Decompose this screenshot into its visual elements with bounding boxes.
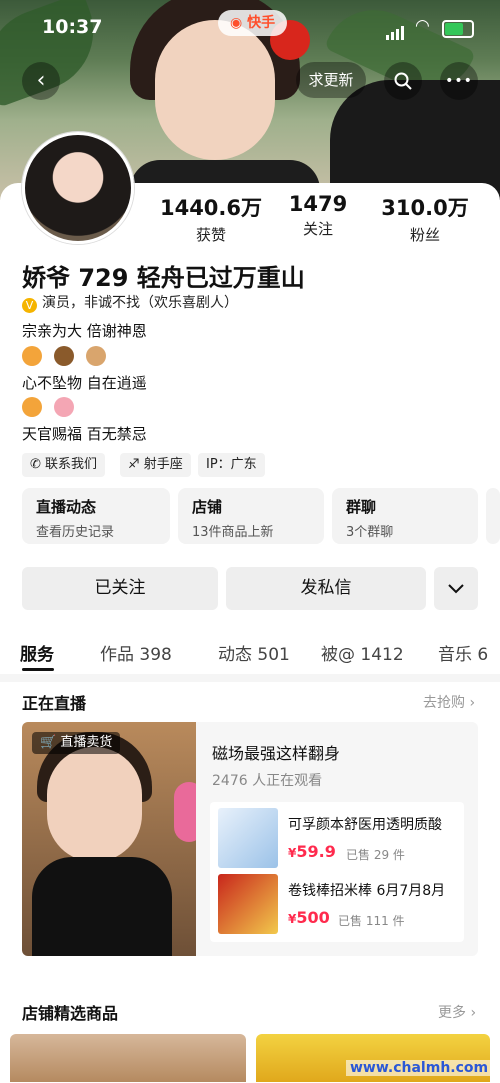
thumb-flower (174, 782, 196, 842)
stat-followers[interactable]: 310.0万 粉丝 (372, 192, 478, 245)
live-badge: 🛒 直播卖货 (32, 732, 121, 754)
product-image (218, 874, 278, 934)
live-section-title: 正在直播 (22, 694, 87, 713)
bio-line: 宗亲为大 倍谢神恩 (22, 322, 147, 340)
sagittarius-icon: ♐ (128, 457, 140, 472)
live-card[interactable]: 🛒 直播卖货 磁场最强这样翻身 2476 人正在观看 可孚颜本舒医用透明质酸 ¥… (22, 722, 478, 956)
tab-music[interactable]: 音乐 6 (438, 640, 488, 665)
horse-icon (53, 346, 74, 366)
chevron-down-icon[interactable] (434, 567, 478, 610)
feature-live-history[interactable]: 直播动态 查看历史记录 (22, 488, 170, 544)
product-item[interactable]: 卷钱棒招米棒 6月7月8月 ¥500 已售 111 件 (218, 874, 458, 936)
verification-line: V 演员，非诚不找（欢乐喜剧人） (22, 292, 238, 313)
shop-section-title: 店铺精选商品 (22, 1004, 119, 1023)
feature-group-chat[interactable]: 群聊 3个群聊 (332, 488, 478, 544)
bio-emoji-row (22, 397, 81, 417)
stat-likes[interactable]: 1440.6万 获赞 (158, 192, 264, 245)
search-icon[interactable] (384, 62, 422, 100)
cart-icon: 🛒 (40, 735, 57, 750)
nickname: 娇爷 729 轻舟已过万重山 (22, 264, 305, 292)
stat-following[interactable]: 1479 关注 (278, 192, 358, 239)
back-icon[interactable]: ‹ (22, 62, 60, 100)
tab-moments[interactable]: 动态 501 (218, 640, 290, 665)
feature-more[interactable] (486, 488, 500, 544)
live-viewers: 2476 人正在观看 (212, 773, 323, 789)
tab-service[interactable]: 服务 (20, 640, 54, 665)
tiger-icon (22, 346, 42, 366)
cover-person (330, 80, 500, 200)
section-divider (0, 674, 500, 682)
live-thumbnail[interactable]: 🛒 直播卖货 (22, 722, 196, 956)
watermark: www.chalmh.com (346, 1060, 493, 1076)
feature-shop[interactable]: 店铺 13件商品上新 (178, 488, 324, 544)
status-time: 10:37 (42, 16, 103, 38)
tag-zodiac[interactable]: ♐ 射手座 (120, 453, 191, 477)
tab-works[interactable]: 作品 398 (100, 640, 172, 665)
tag-contact[interactable]: ✆ 联系我们 (22, 453, 106, 477)
following-button[interactable]: 已关注 (22, 567, 218, 610)
live-more-link[interactable]: 去抢购 › (423, 692, 475, 712)
request-update-button[interactable]: 求更新 (296, 62, 366, 98)
app-pill: ◉ 快手 (218, 10, 288, 36)
thumb-body (32, 857, 172, 956)
avatar[interactable] (22, 132, 134, 244)
more-icon[interactable]: ••• (440, 62, 478, 100)
status-bar: 10:37 ◉ 快手 ◠ (0, 0, 500, 54)
verified-icon: V (22, 298, 37, 313)
wifi-icon: ◠ (415, 16, 430, 36)
battery-icon (442, 20, 474, 38)
signal-icon (386, 21, 406, 40)
tab-underline (22, 668, 54, 671)
shop-product-card[interactable] (10, 1034, 246, 1082)
pig-icon (53, 397, 74, 417)
live-products: 可孚颜本舒医用透明质酸 ¥59.9 已售 29 件 卷钱棒招米棒 6月7月8月 … (210, 802, 464, 942)
bio-line: 天官赐福 百无禁忌 (22, 425, 147, 443)
phone-icon: ✆ (30, 457, 41, 472)
message-button[interactable]: 发私信 (226, 567, 426, 610)
dog-icon (85, 346, 106, 366)
bio-line: 心不坠物 自在逍遥 (22, 374, 147, 392)
product-item[interactable]: 可孚颜本舒医用透明质酸 ¥59.9 已售 29 件 (218, 808, 458, 870)
shop-more-link[interactable]: 更多 › (438, 1002, 476, 1022)
live-title: 磁场最强这样翻身 (212, 744, 341, 763)
bio-emoji-row (22, 346, 113, 366)
tag-ip: IP：广东 (198, 453, 265, 477)
tab-mentions[interactable]: 被@ 1412 (321, 640, 404, 665)
tiger-icon (22, 397, 42, 417)
thumb-face (47, 747, 142, 862)
product-image (218, 808, 278, 868)
